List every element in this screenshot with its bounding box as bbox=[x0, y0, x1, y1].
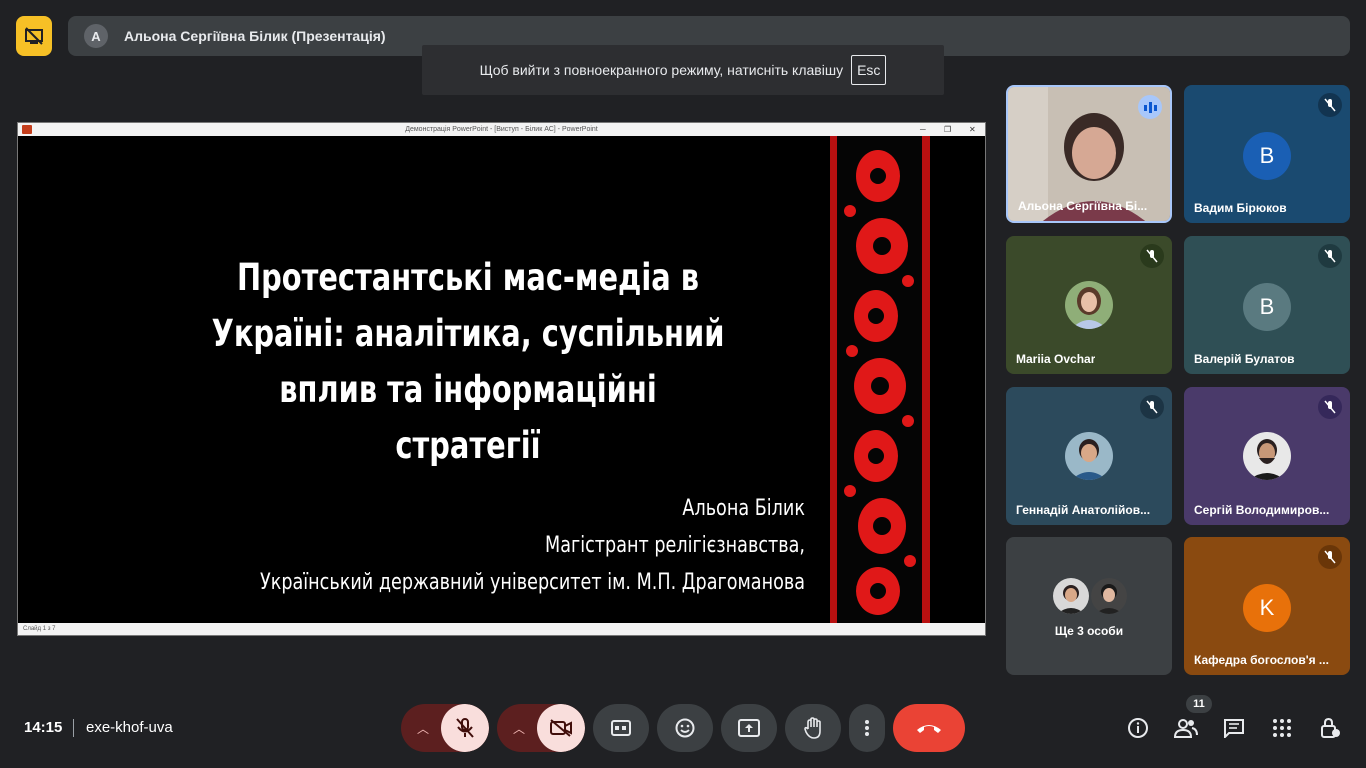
participant-photo bbox=[1065, 432, 1113, 480]
mic-options-button[interactable]: ︿ bbox=[401, 704, 445, 752]
participant-name: Вадим Бірюков bbox=[1194, 201, 1287, 215]
meeting-details-button[interactable] bbox=[1126, 716, 1150, 740]
slide-title: Протестантські мас-медіа в Україні: анал… bbox=[211, 256, 725, 467]
ppt-statusbar: Слайд 1 з 7 bbox=[18, 623, 985, 635]
more-vert-icon bbox=[865, 720, 869, 736]
more-options-button[interactable] bbox=[849, 704, 885, 752]
participant-name: Валерій Булатов bbox=[1194, 352, 1295, 366]
ukrainian-ornament bbox=[830, 136, 930, 623]
participant-tile[interactable]: Сергій Володимиров... bbox=[1184, 387, 1350, 525]
mic-off-icon bbox=[456, 718, 474, 738]
participant-name: Кафедра богослов'я ... bbox=[1194, 653, 1329, 667]
camera-options-button[interactable]: ︿ bbox=[497, 704, 541, 752]
info-icon bbox=[1128, 718, 1148, 738]
participant-tile-speaker[interactable]: Альона Сергіївна Бі... bbox=[1006, 85, 1172, 223]
participant-tile[interactable]: B Вадим Бірюков bbox=[1184, 85, 1350, 223]
camera-toggle-button[interactable] bbox=[537, 704, 585, 752]
mic-off-icon bbox=[1318, 395, 1342, 419]
more-participants-label: Ще 3 особи bbox=[1054, 624, 1124, 638]
participant-name: Mariia Ovchar bbox=[1016, 352, 1096, 366]
participant-tile[interactable]: Геннадій Анатолійов... bbox=[1006, 387, 1172, 525]
powerpoint-icon bbox=[22, 125, 32, 134]
mic-control-group: ︿ bbox=[401, 704, 489, 752]
participant-avatar: B bbox=[1243, 132, 1291, 180]
presentation-layout-button[interactable] bbox=[16, 16, 52, 56]
hand-icon bbox=[804, 717, 821, 739]
lock-person-icon bbox=[1321, 717, 1340, 738]
present-screen-icon bbox=[738, 719, 760, 737]
chevron-up-icon: ︿ bbox=[416, 721, 429, 736]
captions-button[interactable] bbox=[593, 704, 649, 752]
leave-call-button[interactable] bbox=[893, 704, 965, 752]
minimize-icon[interactable]: ─ bbox=[920, 123, 926, 136]
mic-off-icon bbox=[1318, 244, 1342, 268]
slide-counter: Слайд 1 з 7 bbox=[23, 626, 56, 632]
people-count-badge: 11 bbox=[1186, 695, 1212, 713]
call-end-icon bbox=[917, 725, 941, 733]
participant-name: Сергій Володимиров... bbox=[1194, 503, 1330, 517]
mic-off-icon bbox=[1318, 93, 1342, 117]
participant-name: Геннадій Анатолійов... bbox=[1016, 503, 1151, 517]
ppt-titlebar: Демонстрація PowerPoint - [Виступ - Біли… bbox=[18, 123, 985, 136]
presenter-avatar: A bbox=[84, 24, 108, 48]
slide-author-university: Український державний університет ім. М.… bbox=[259, 570, 806, 595]
presentation-window: Демонстрація PowerPoint - [Виступ - Біли… bbox=[17, 122, 986, 636]
esc-key: Esc bbox=[851, 55, 887, 85]
chat-button[interactable] bbox=[1222, 716, 1246, 740]
ppt-window-title: Демонстрація PowerPoint - [Виступ - Біли… bbox=[405, 126, 598, 133]
emoji-icon bbox=[675, 718, 695, 738]
participant-tile[interactable]: Mariia Ovchar bbox=[1006, 236, 1172, 374]
host-controls-button[interactable] bbox=[1318, 716, 1342, 740]
fullscreen-toast: Щоб вийти з повноекранного режиму, натис… bbox=[422, 45, 944, 95]
participant-photo bbox=[1065, 281, 1113, 329]
camera-control-group: ︿ bbox=[497, 704, 585, 752]
mic-off-icon bbox=[1318, 545, 1342, 569]
close-icon[interactable]: ✕ bbox=[969, 123, 976, 136]
camera-off-icon bbox=[550, 719, 572, 737]
participant-tile[interactable]: B Валерій Булатов bbox=[1184, 236, 1350, 374]
people-button[interactable] bbox=[1174, 716, 1198, 740]
participant-avatar: K bbox=[1243, 584, 1291, 632]
chevron-up-icon: ︿ bbox=[512, 721, 525, 736]
presenter-title: Альона Сергіївна Білик (Презентація) bbox=[124, 28, 386, 44]
slide: Протестантські мас-медіа в Україні: анал… bbox=[18, 136, 985, 623]
present-screen-button[interactable] bbox=[721, 704, 777, 752]
participant-photo bbox=[1091, 578, 1127, 614]
people-icon bbox=[1174, 719, 1198, 738]
captions-icon bbox=[611, 720, 631, 736]
participant-avatar: B bbox=[1243, 283, 1291, 331]
slide-author-name: Альона Білик bbox=[682, 496, 805, 521]
participant-tile[interactable]: K Кафедра богослов'я ... bbox=[1184, 537, 1350, 675]
apps-grid-icon bbox=[1273, 719, 1291, 737]
more-participants-tile[interactable]: Ще 3 особи bbox=[1006, 537, 1172, 675]
speaking-indicator-icon bbox=[1138, 95, 1162, 119]
chat-icon bbox=[1224, 719, 1244, 738]
participant-photo bbox=[1053, 578, 1089, 614]
restore-icon[interactable]: ❐ bbox=[944, 123, 951, 136]
slide-author-role: Магістрант релігієзнавства, bbox=[545, 533, 805, 558]
mic-off-icon bbox=[1140, 395, 1164, 419]
reactions-button[interactable] bbox=[657, 704, 713, 752]
mic-toggle-button[interactable] bbox=[441, 704, 489, 752]
raise-hand-button[interactable] bbox=[785, 704, 841, 752]
participant-name: Альона Сергіївна Бі... bbox=[1018, 199, 1148, 213]
participant-photo bbox=[1243, 432, 1291, 480]
activities-button[interactable] bbox=[1270, 716, 1294, 740]
meeting-code: exe-khof-uva bbox=[86, 719, 173, 736]
divider bbox=[73, 719, 74, 737]
screen-share-off-icon bbox=[25, 27, 43, 45]
toast-message: Щоб вийти з повноекранного режиму, натис… bbox=[479, 62, 844, 78]
mic-off-icon bbox=[1140, 244, 1164, 268]
clock: 14:15 bbox=[24, 719, 63, 736]
